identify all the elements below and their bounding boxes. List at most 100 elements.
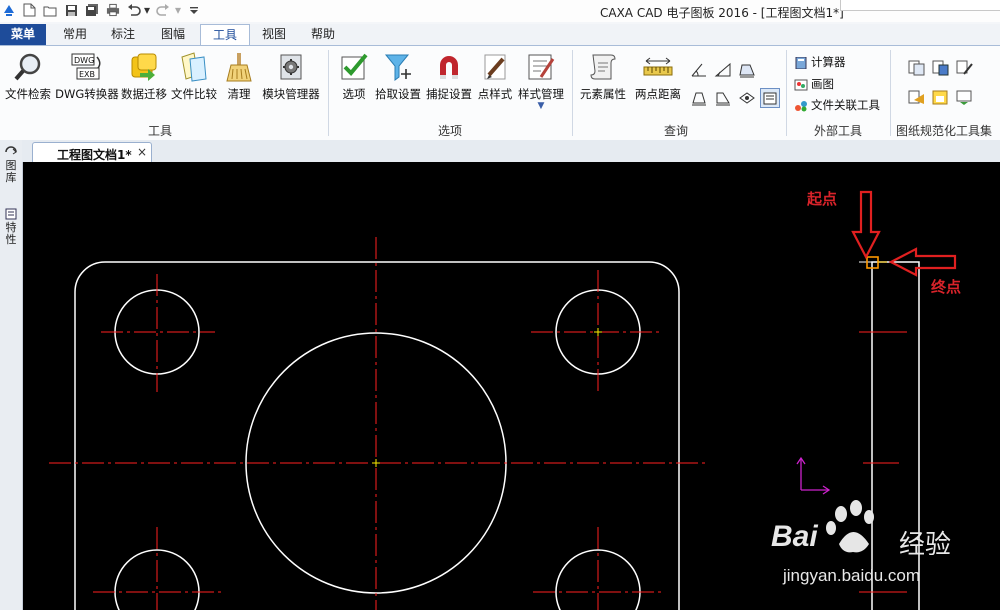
- snap-settings-label: 捕捉设置: [426, 87, 472, 101]
- center-marks: [372, 328, 602, 467]
- app-logo-icon[interactable]: [2, 3, 16, 17]
- dwg-converter-button[interactable]: DWG EXB DWG转换器: [55, 51, 119, 102]
- module-manager-button[interactable]: 模块管理器: [260, 51, 322, 102]
- drawing-svg[interactable]: [23, 162, 1000, 610]
- element-properties-icon: [590, 54, 616, 80]
- side-tab-library[interactable]: 图库: [4, 160, 18, 184]
- area-query-icon[interactable]: [738, 62, 756, 78]
- end-point-label: 终点: [931, 278, 962, 296]
- group-separator: [786, 50, 787, 136]
- sheet-tool-6-icon[interactable]: [956, 90, 974, 106]
- tab-help[interactable]: 帮助: [304, 24, 342, 45]
- options-label: 选项: [342, 87, 366, 101]
- pick-settings-button[interactable]: 拾取设置: [374, 51, 422, 102]
- style-manager-dropdown-icon[interactable]: ▼: [516, 102, 566, 111]
- angle-query-icon[interactable]: [690, 62, 708, 78]
- document-tab-bar: 工程图文档1* ×: [22, 140, 1000, 163]
- options-button[interactable]: 选项: [336, 51, 372, 102]
- file-search-label: 文件检索: [5, 87, 51, 101]
- watermark-brand: Bai: [771, 520, 818, 553]
- new-file-icon[interactable]: [22, 3, 36, 17]
- element-properties-label: 元素属性: [580, 87, 626, 101]
- file-association-icon: [795, 100, 807, 111]
- ruler-icon: [643, 57, 673, 76]
- two-point-distance-button[interactable]: 两点距离: [632, 51, 684, 102]
- side-panel: 图库 特性: [0, 140, 23, 610]
- document-tab[interactable]: 工程图文档1* ×: [32, 142, 152, 163]
- file-compare-label: 文件比较: [171, 87, 217, 101]
- snap-settings-button[interactable]: 捕捉设置: [425, 51, 473, 102]
- group-label-drawing-standard: 图纸规范化工具集: [896, 124, 993, 138]
- style-manager-button[interactable]: 样式管理 ▼: [516, 51, 566, 111]
- magnifier-icon: [14, 53, 41, 81]
- close-icon[interactable]: ×: [137, 145, 147, 159]
- drawing-canvas[interactable]: 起点 终点 Bai 经验 jingyan.baidu.com: [23, 162, 1000, 610]
- tab-sheet[interactable]: 图幅: [154, 24, 192, 45]
- pick-settings-label: 拾取设置: [375, 87, 421, 101]
- group-separator: [328, 50, 329, 136]
- sheet-tool-5-icon[interactable]: [932, 90, 950, 106]
- tab-tools[interactable]: 工具: [200, 24, 250, 46]
- magnet-icon: [440, 56, 458, 79]
- file-association-button[interactable]: 文件关联工具: [794, 97, 880, 113]
- redo-icon[interactable]: [156, 3, 170, 17]
- triangle-angle-icon[interactable]: [714, 62, 732, 78]
- paint-button[interactable]: 画图: [794, 76, 834, 92]
- window-title: CAXA CAD 电子图板 2016 - [工程图文档1*]: [600, 6, 844, 20]
- save-all-icon[interactable]: [85, 3, 99, 17]
- properties-icon: [5, 208, 17, 220]
- point-style-label: 点样式: [477, 87, 513, 101]
- dropdown-icon[interactable]: ▾: [143, 3, 151, 17]
- baidu-paw-icon: [826, 500, 874, 553]
- title-bar: ▾ ▾ CAXA CAD 电子图板 2016 - [工程图文档1*]: [0, 0, 1000, 22]
- centroid-query-icon[interactable]: [690, 90, 708, 106]
- file-compare-button[interactable]: 文件比较: [170, 51, 218, 102]
- tab-common[interactable]: 常用: [56, 24, 94, 45]
- ribbon-tab-row: 菜单 常用 标注 图幅 工具 视图 帮助: [0, 24, 1000, 46]
- gear-module-icon: [280, 54, 302, 80]
- element-properties-button[interactable]: 元素属性: [578, 51, 628, 102]
- sheet-tool-3-icon[interactable]: [956, 60, 974, 76]
- file-search-button[interactable]: 文件检索: [4, 51, 52, 102]
- data-migration-icon: [131, 53, 157, 81]
- sheet-tool-1-icon[interactable]: [908, 60, 926, 76]
- point-style-button[interactable]: 点样式: [476, 51, 514, 102]
- print-icon[interactable]: [106, 3, 120, 17]
- tab-menu[interactable]: 菜单: [0, 24, 46, 45]
- ucs-axis-icon: [796, 456, 831, 495]
- plate-outline[interactable]: [74, 261, 680, 610]
- save-icon[interactable]: [64, 3, 78, 17]
- purge-button[interactable]: 清理: [222, 51, 256, 102]
- moment-query-icon[interactable]: [714, 90, 732, 106]
- group-label-tools: 工具: [148, 124, 173, 138]
- paint-icon: [794, 79, 808, 90]
- tab-view[interactable]: 视图: [255, 24, 293, 45]
- style-manager-icon: [528, 54, 555, 80]
- module-manager-label: 模块管理器: [262, 87, 320, 101]
- two-point-distance-label: 两点距离: [635, 87, 681, 101]
- group-label-query: 查询: [664, 124, 689, 138]
- sheet-tool-4-icon[interactable]: [908, 90, 926, 106]
- group-separator: [572, 50, 573, 136]
- sheet-tool-2-icon[interactable]: [932, 60, 950, 76]
- start-point-label: 起点: [807, 190, 838, 208]
- undo-icon[interactable]: [127, 3, 141, 17]
- query-more-icon[interactable]: [760, 88, 780, 108]
- side-tab-properties[interactable]: 特性: [4, 222, 18, 246]
- system-query-icon[interactable]: [738, 90, 756, 106]
- dropdown-icon[interactable]: ▾: [174, 3, 182, 17]
- dwg-exb-converter-icon: DWG EXB: [71, 53, 101, 80]
- open-folder-icon[interactable]: [43, 3, 57, 17]
- document-tab-label: 工程图文档1*: [57, 148, 132, 162]
- calculator-button[interactable]: 计算器: [794, 54, 846, 70]
- svg-text:DWG: DWG: [74, 56, 94, 65]
- window-controls-area: [840, 0, 1000, 11]
- file-compare-icon: [181, 52, 207, 82]
- start-point-arrow: [851, 190, 881, 260]
- group-label-options: 选项: [438, 124, 463, 138]
- centerlines: [49, 237, 707, 610]
- customize-icon[interactable]: [189, 3, 199, 17]
- tab-annotate[interactable]: 标注: [104, 24, 142, 45]
- data-migration-button[interactable]: 数据迁移: [120, 51, 168, 102]
- group-label-external: 外部工具: [814, 124, 863, 138]
